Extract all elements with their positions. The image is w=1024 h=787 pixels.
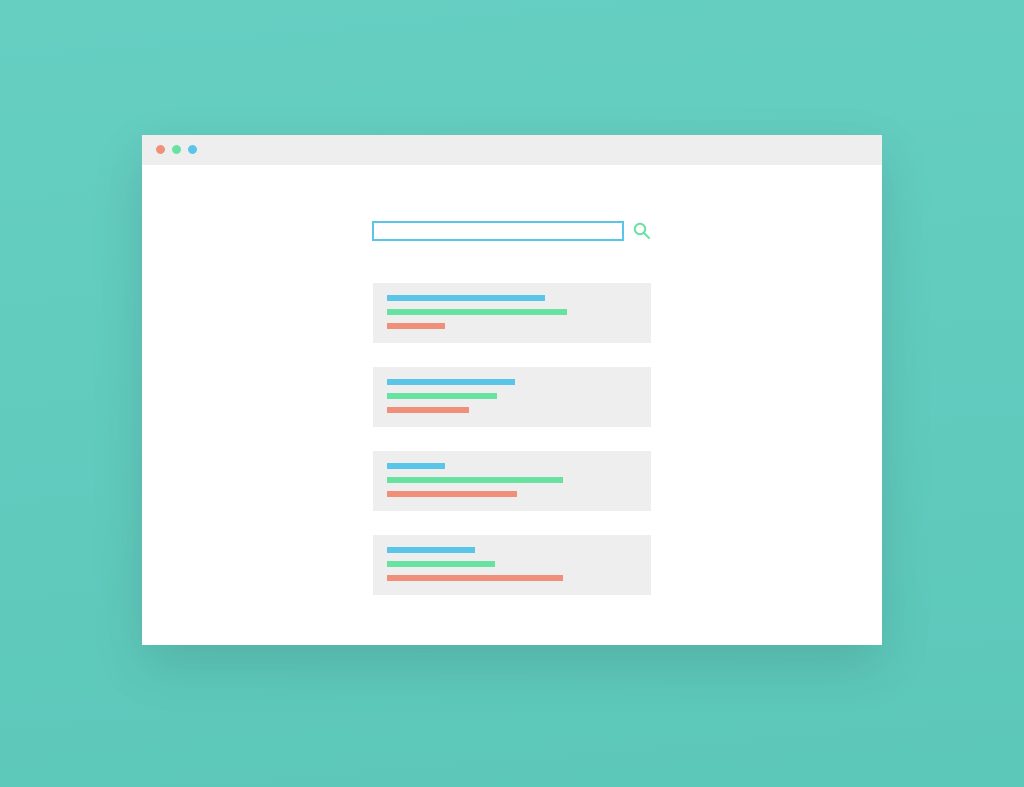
minimize-window-button[interactable]	[172, 145, 181, 154]
search-result[interactable]	[373, 283, 651, 343]
search-bar	[372, 221, 652, 241]
result-snippet-bar	[387, 491, 517, 497]
result-snippet-bar	[387, 323, 445, 329]
result-url-bar	[387, 393, 497, 399]
result-title-bar	[387, 547, 475, 553]
window-titlebar	[142, 135, 882, 165]
search-input[interactable]	[372, 221, 624, 241]
result-snippet-bar	[387, 407, 469, 413]
search-result[interactable]	[373, 451, 651, 511]
result-url-bar	[387, 309, 567, 315]
result-url-bar	[387, 477, 563, 483]
result-title-bar	[387, 295, 545, 301]
browser-window	[142, 135, 882, 645]
page-content	[142, 165, 882, 645]
result-url-bar	[387, 561, 495, 567]
result-title-bar	[387, 379, 515, 385]
result-snippet-bar	[387, 575, 563, 581]
search-icon[interactable]	[632, 221, 652, 241]
search-result[interactable]	[373, 367, 651, 427]
search-result[interactable]	[373, 535, 651, 595]
search-results-list	[373, 283, 651, 595]
maximize-window-button[interactable]	[188, 145, 197, 154]
result-title-bar	[387, 463, 445, 469]
close-window-button[interactable]	[156, 145, 165, 154]
